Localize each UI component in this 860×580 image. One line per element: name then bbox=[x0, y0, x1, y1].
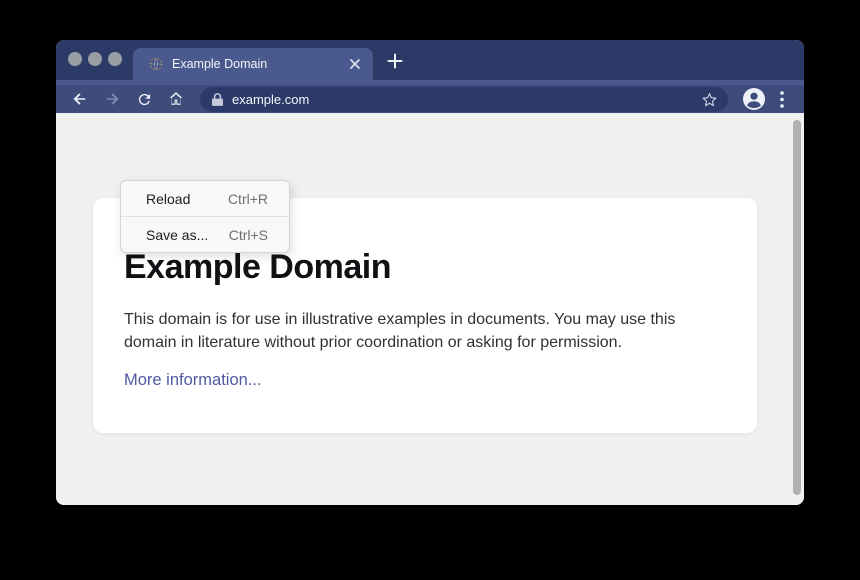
menu-item-label: Reload bbox=[146, 191, 190, 207]
navigation-toolbar: example.com bbox=[56, 85, 804, 113]
new-tab-button[interactable] bbox=[386, 52, 404, 70]
tab-example-domain[interactable]: Example Domain bbox=[133, 48, 373, 80]
home-icon[interactable] bbox=[160, 86, 192, 112]
titlebar: Example Domain bbox=[56, 40, 804, 80]
page-body-text: This domain is for use in illustrative e… bbox=[124, 308, 716, 354]
favicon-globe-icon bbox=[149, 57, 163, 71]
menu-item-shortcut: Ctrl+S bbox=[229, 227, 268, 243]
back-icon[interactable] bbox=[64, 86, 96, 112]
address-bar[interactable]: example.com bbox=[200, 87, 728, 112]
tab-title: Example Domain bbox=[172, 57, 347, 71]
maximize-window-button[interactable] bbox=[108, 52, 122, 66]
vertical-scrollbar[interactable] bbox=[793, 120, 801, 495]
more-information-link[interactable]: More information... bbox=[124, 371, 262, 390]
tab-close-icon[interactable] bbox=[347, 56, 363, 72]
star-icon[interactable] bbox=[701, 91, 718, 108]
close-window-button[interactable] bbox=[68, 52, 82, 66]
minimize-window-button[interactable] bbox=[88, 52, 102, 66]
kebab-menu-icon[interactable] bbox=[770, 91, 794, 108]
menu-item-label: Save as... bbox=[146, 227, 208, 243]
page-content-area: Reload Ctrl+R Save as... Ctrl+S Example … bbox=[56, 113, 804, 505]
traffic-lights bbox=[68, 52, 122, 66]
forward-icon[interactable] bbox=[96, 86, 128, 112]
context-menu-item-reload[interactable]: Reload Ctrl+R bbox=[121, 181, 289, 216]
page-title: Example Domain bbox=[124, 248, 727, 287]
lock-icon[interactable] bbox=[212, 93, 223, 106]
menu-item-shortcut: Ctrl+R bbox=[228, 191, 268, 207]
url-text: example.com bbox=[232, 92, 693, 107]
browser-window: Example Domain example.com bbox=[56, 40, 804, 505]
reload-icon[interactable] bbox=[128, 86, 160, 112]
profile-icon[interactable] bbox=[742, 87, 766, 111]
context-menu-item-save-as[interactable]: Save as... Ctrl+S bbox=[121, 217, 289, 252]
context-menu: Reload Ctrl+R Save as... Ctrl+S bbox=[120, 180, 290, 253]
